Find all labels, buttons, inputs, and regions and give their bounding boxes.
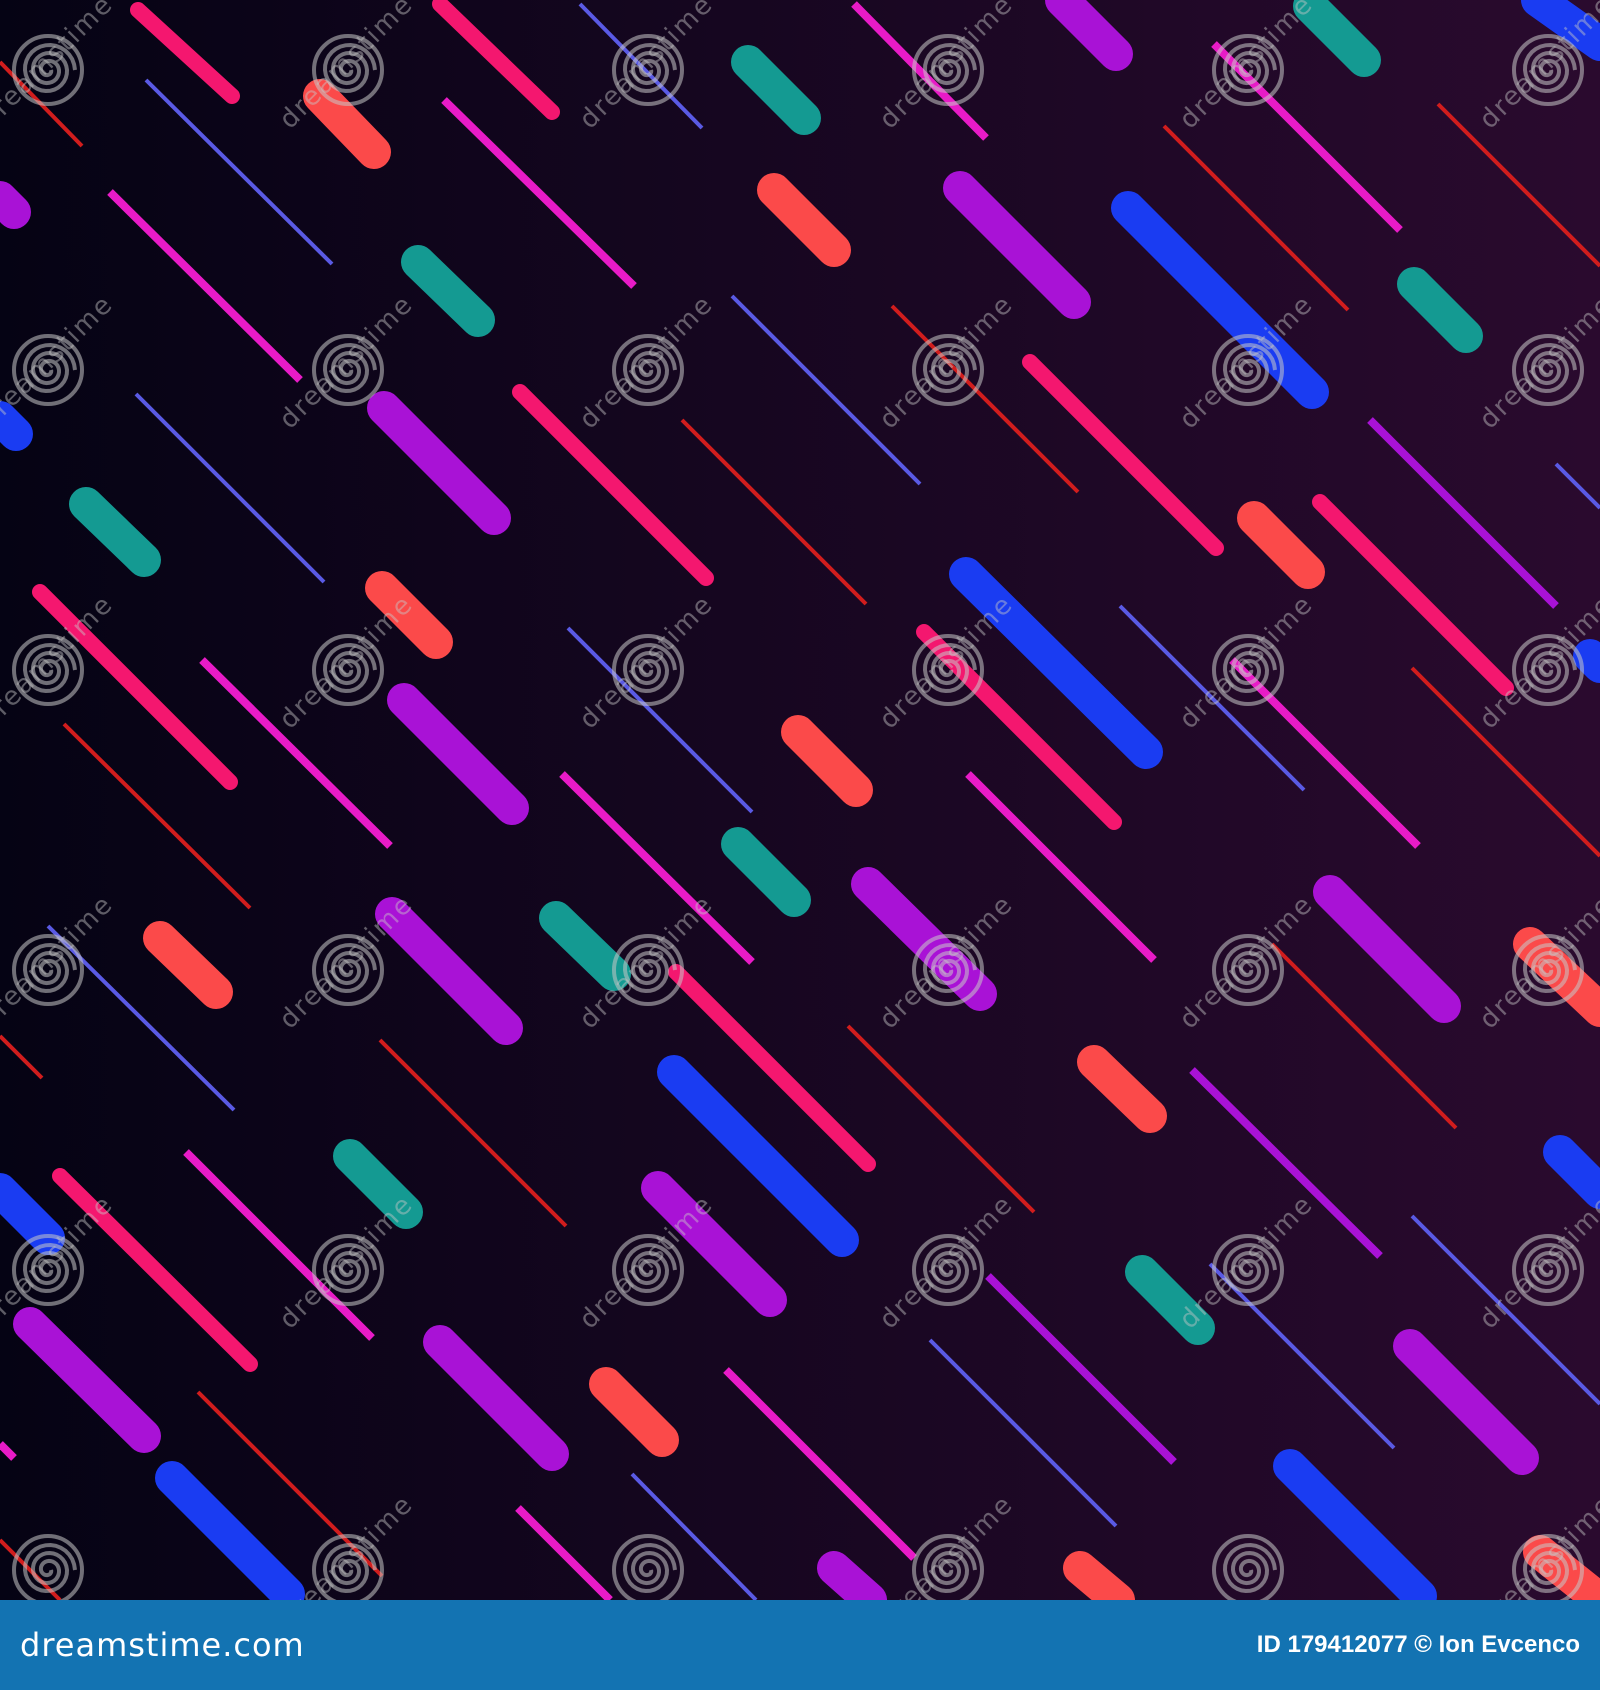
footer-site-name[interactable]: dreamstime.com [20, 1626, 305, 1664]
rounded-bar [0, 181, 31, 229]
footer-bar: dreamstime.com ID 179412077 © Ion Evcenc… [0, 1600, 1600, 1690]
rounded-bar [817, 1551, 887, 1600]
rounded-bar [1573, 639, 1600, 683]
abstract-diagonal-pattern: dreamstime dreamstime dreamstime dreamstime… [0, 0, 1600, 1600]
stock-image-preview: dreamstime dreamstime dreamstime dreamstime… [0, 0, 1600, 1690]
footer-image-credit: ID 179412077 © Ion Evcenco [1256, 1631, 1580, 1658]
